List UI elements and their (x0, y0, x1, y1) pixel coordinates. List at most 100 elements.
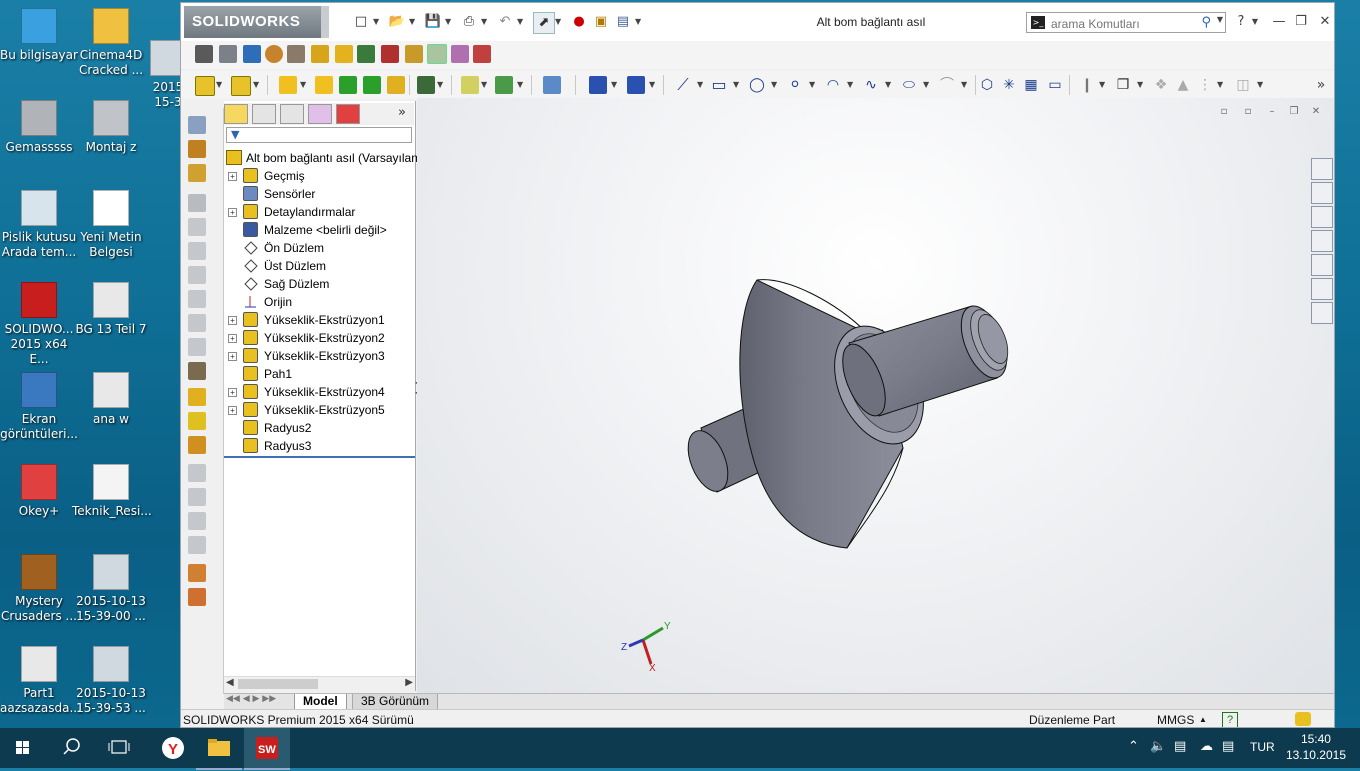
extruded-boss-icon[interactable] (195, 76, 215, 96)
rib-icon[interactable] (315, 76, 333, 94)
unit-system[interactable]: MMGS (1157, 713, 1194, 727)
line-icon[interactable]: ⟋ (673, 75, 693, 95)
rollback-bar[interactable] (224, 456, 415, 458)
restore-button[interactable]: ❐ (1293, 15, 1309, 29)
tool-icon[interactable] (188, 242, 206, 260)
network-icon[interactable]: ▤ (1174, 739, 1186, 754)
toolbar-icon[interactable] (287, 45, 305, 63)
file-properties-icon[interactable]: ▣ (591, 12, 611, 32)
draft-icon[interactable] (363, 76, 381, 94)
tree-filter[interactable]: ▼ (226, 127, 412, 143)
desktop-icon[interactable]: 2015-10-13 15-39-00 ... (72, 554, 150, 624)
chevron-down-icon[interactable]: ▼ (373, 12, 381, 32)
units-caret-icon[interactable]: ▲ (1199, 715, 1207, 724)
tab-3d-view[interactable]: 3B Görünüm (352, 694, 439, 710)
task-view-icon[interactable] (96, 728, 142, 768)
toolbar-icon[interactable] (219, 45, 237, 63)
expand-icon[interactable]: + (228, 316, 237, 325)
open-folder-icon[interactable]: 📂 (387, 12, 407, 32)
select-pointer-icon[interactable]: ⬈ (533, 12, 555, 34)
chevron-down-icon[interactable]: ▼ (771, 75, 779, 95)
scroll-right-icon[interactable]: ▶ (405, 677, 413, 688)
chevron-down-icon[interactable]: ▼ (1099, 75, 1107, 95)
tool-icon[interactable] (188, 588, 206, 606)
desktop-icon[interactable]: Ekran görüntüleri... (0, 372, 78, 442)
toolbar-icon[interactable] (473, 45, 491, 63)
chevron-down-icon[interactable]: ▼ (1257, 75, 1265, 95)
search-input[interactable] (1049, 14, 1203, 33)
tray-overflow-icon[interactable]: ⌃ (1128, 739, 1139, 754)
toolbar-icon[interactable] (243, 45, 261, 63)
feature-manager-tab[interactable] (224, 104, 248, 124)
expand-icon[interactable]: + (228, 172, 237, 181)
undo-icon[interactable]: ↶ (495, 12, 515, 32)
tool-icon[interactable] (188, 164, 206, 182)
search-icon[interactable] (48, 728, 94, 768)
expand-icon[interactable]: + (228, 352, 237, 361)
tool-icon[interactable] (188, 388, 206, 406)
view-palette-icon[interactable] (1311, 230, 1333, 252)
chevron-down-icon[interactable]: ▼ (1217, 15, 1223, 24)
chevron-down-icon[interactable]: ▼ (611, 75, 619, 95)
toolbar-icon[interactable] (195, 45, 213, 63)
file-explorer-icon[interactable] (1311, 206, 1333, 228)
tool-icon[interactable] (188, 140, 206, 158)
chevron-down-icon[interactable]: ▼ (885, 75, 893, 95)
chevron-down-icon[interactable]: ▼ (809, 75, 817, 95)
graphics-area[interactable]: ▫ ▫ – ❐ ✕ Y X Z (417, 98, 1334, 693)
appearances-icon[interactable] (1311, 254, 1333, 276)
help-status-icon[interactable]: ? (1222, 712, 1238, 727)
logo-flyout-handle[interactable] (321, 6, 329, 38)
chevron-down-icon[interactable]: ▼ (697, 75, 705, 95)
linear-sketch-pattern-icon[interactable]: ⋮ (1195, 75, 1215, 95)
tool-icon[interactable] (188, 436, 206, 454)
desktop-icon[interactable]: Yeni Metin Belgesi (72, 190, 150, 260)
toolbar-icon[interactable] (451, 45, 469, 63)
desktop-icon[interactable]: Cinema4D Cracked ... (72, 8, 150, 78)
tool-icon[interactable] (188, 290, 206, 308)
custom-properties-icon[interactable] (1311, 278, 1333, 300)
hole-wizard-icon[interactable] (387, 76, 405, 94)
new-document-icon[interactable]: □ (351, 12, 371, 32)
chevron-down-icon[interactable]: ▼ (1247, 15, 1263, 29)
save-icon[interactable]: 💾 (423, 12, 443, 32)
tool-icon[interactable] (188, 218, 206, 236)
search-icon[interactable]: ⚲ (1201, 15, 1211, 30)
chevron-down-icon[interactable]: ▼ (216, 75, 224, 95)
desktop-icon[interactable]: BG 13 Teil 7 (72, 282, 150, 337)
scroll-thumb[interactable] (238, 679, 318, 689)
chevron-down-icon[interactable]: ▼ (1217, 75, 1225, 95)
command-search[interactable]: >_ ⚲ ▼ (1026, 12, 1226, 33)
horizontal-scrollbar[interactable]: ◀ ▶ (224, 676, 415, 692)
tool-icon[interactable] (188, 564, 206, 582)
move-entities-icon[interactable]: ◫ (1233, 75, 1253, 95)
dimxpert-manager-tab[interactable] (308, 104, 332, 124)
reference-geometry-icon[interactable] (461, 76, 479, 94)
chevron-down-icon[interactable]: ▼ (409, 12, 417, 32)
clock[interactable]: 15:40 13.10.2015 (1286, 731, 1346, 763)
chevron-down-icon[interactable]: ▼ (1137, 75, 1145, 95)
tool-icon[interactable] (188, 412, 206, 430)
toolbar-icon[interactable] (357, 45, 375, 63)
point-icon[interactable]: ✳ (999, 75, 1019, 95)
design-library-icon[interactable] (1311, 182, 1333, 204)
display-manager-tab[interactable] (336, 104, 360, 124)
instant3d-icon[interactable] (543, 76, 561, 94)
property-manager-tab[interactable] (252, 104, 276, 124)
chevron-down-icon[interactable]: ▼ (253, 75, 261, 95)
chevron-down-icon[interactable]: ▼ (649, 75, 657, 95)
tab-nav-icons[interactable]: ◀◀ ◀ ▶ ▶▶ (226, 694, 276, 704)
start-button[interactable] (0, 728, 46, 768)
action-center-icon[interactable]: ▤ (1222, 739, 1234, 754)
chevron-down-icon[interactable]: ▼ (961, 75, 969, 95)
toolbar-icon[interactable] (265, 45, 283, 63)
tag-icon[interactable] (1295, 712, 1311, 726)
chevron-down-icon[interactable]: ▼ (555, 12, 563, 32)
volume-icon[interactable]: 🔈 (1150, 739, 1166, 754)
chevron-down-icon[interactable]: ▼ (481, 12, 489, 32)
desktop-icon[interactable]: Gemasssss (0, 100, 78, 155)
desktop-icon[interactable]: 2015-10-13 15-39-53 ... (72, 646, 150, 716)
print-icon[interactable]: ⎙ (459, 12, 479, 32)
rectangle-icon[interactable]: ▭ (709, 75, 729, 95)
chevron-down-icon[interactable]: ▼ (517, 12, 525, 32)
